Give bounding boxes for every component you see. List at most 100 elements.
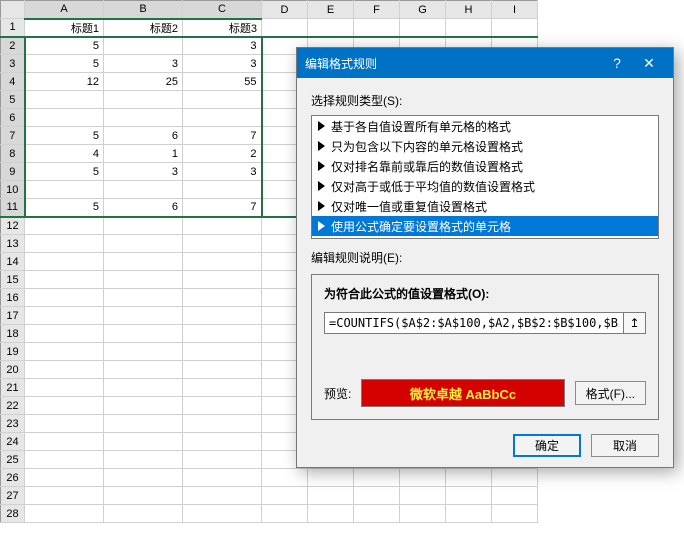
- row-header[interactable]: 28: [1, 505, 25, 523]
- cell[interactable]: [492, 469, 538, 487]
- cell[interactable]: [25, 451, 104, 469]
- cell[interactable]: [262, 469, 308, 487]
- cell[interactable]: 7: [183, 127, 262, 145]
- col-header[interactable]: I: [492, 1, 538, 19]
- cell[interactable]: [354, 19, 400, 37]
- cell[interactable]: [25, 181, 104, 199]
- cell[interactable]: [104, 271, 183, 289]
- cell[interactable]: [25, 433, 104, 451]
- cell[interactable]: [25, 397, 104, 415]
- cell[interactable]: [104, 469, 183, 487]
- cell[interactable]: [104, 451, 183, 469]
- cell[interactable]: [183, 253, 262, 271]
- cell[interactable]: [400, 19, 446, 37]
- cell[interactable]: [25, 91, 104, 109]
- cell[interactable]: [183, 289, 262, 307]
- cell[interactable]: [308, 505, 354, 523]
- col-header[interactable]: C: [183, 1, 262, 19]
- row-header[interactable]: 15: [1, 271, 25, 289]
- row-header[interactable]: 27: [1, 487, 25, 505]
- col-header[interactable]: G: [400, 1, 446, 19]
- cell[interactable]: 3: [104, 163, 183, 181]
- cell[interactable]: 标题1: [25, 19, 104, 37]
- row-header[interactable]: 23: [1, 415, 25, 433]
- cell[interactable]: [183, 343, 262, 361]
- row-header[interactable]: 16: [1, 289, 25, 307]
- row-header[interactable]: 14: [1, 253, 25, 271]
- row-header[interactable]: 3: [1, 55, 25, 73]
- cell[interactable]: [25, 253, 104, 271]
- cell[interactable]: [25, 505, 104, 523]
- col-header[interactable]: D: [262, 1, 308, 19]
- cell[interactable]: [104, 343, 183, 361]
- cell[interactable]: [104, 325, 183, 343]
- cell[interactable]: [183, 91, 262, 109]
- col-header[interactable]: B: [104, 1, 183, 19]
- cell[interactable]: [183, 235, 262, 253]
- col-header[interactable]: H: [446, 1, 492, 19]
- cell[interactable]: 12: [25, 73, 104, 91]
- cell[interactable]: [25, 289, 104, 307]
- cell[interactable]: 2: [183, 145, 262, 163]
- cell[interactable]: [104, 433, 183, 451]
- cell[interactable]: [104, 217, 183, 235]
- row-header[interactable]: 6: [1, 109, 25, 127]
- cell[interactable]: [183, 505, 262, 523]
- help-button[interactable]: ?: [601, 48, 633, 78]
- row-header[interactable]: 22: [1, 397, 25, 415]
- rule-type-list[interactable]: 基于各自值设置所有单元格的格式只为包含以下内容的单元格设置格式仅对排名靠前或靠后…: [311, 115, 659, 239]
- cell[interactable]: [492, 19, 538, 37]
- cell[interactable]: 1: [104, 145, 183, 163]
- cell[interactable]: [104, 289, 183, 307]
- cell[interactable]: 25: [104, 73, 183, 91]
- cell[interactable]: [25, 109, 104, 127]
- cell[interactable]: [492, 487, 538, 505]
- cell[interactable]: 标题3: [183, 19, 262, 37]
- row-header[interactable]: 10: [1, 181, 25, 199]
- cell[interactable]: [183, 433, 262, 451]
- row-header[interactable]: 17: [1, 307, 25, 325]
- cell[interactable]: [446, 19, 492, 37]
- col-header[interactable]: E: [308, 1, 354, 19]
- cell[interactable]: [400, 505, 446, 523]
- cell[interactable]: [25, 487, 104, 505]
- cell[interactable]: [183, 307, 262, 325]
- cell[interactable]: [262, 505, 308, 523]
- cell[interactable]: [25, 235, 104, 253]
- row-header[interactable]: 25: [1, 451, 25, 469]
- cell[interactable]: [183, 325, 262, 343]
- cell[interactable]: [104, 109, 183, 127]
- cell[interactable]: [104, 253, 183, 271]
- cell[interactable]: [492, 505, 538, 523]
- cell[interactable]: [104, 487, 183, 505]
- cell[interactable]: 4: [25, 145, 104, 163]
- cell[interactable]: [183, 109, 262, 127]
- cell[interactable]: [104, 379, 183, 397]
- cell[interactable]: [262, 19, 308, 37]
- cell[interactable]: [400, 469, 446, 487]
- cell[interactable]: [183, 469, 262, 487]
- cell[interactable]: [25, 307, 104, 325]
- cell[interactable]: [308, 469, 354, 487]
- cell[interactable]: [446, 487, 492, 505]
- row-header[interactable]: 24: [1, 433, 25, 451]
- cell[interactable]: [25, 325, 104, 343]
- cell[interactable]: 55: [183, 73, 262, 91]
- cell[interactable]: [308, 487, 354, 505]
- cell[interactable]: [183, 361, 262, 379]
- cell[interactable]: [183, 271, 262, 289]
- row-header[interactable]: 26: [1, 469, 25, 487]
- cell[interactable]: 6: [104, 127, 183, 145]
- cell[interactable]: [183, 397, 262, 415]
- rule-type-item[interactable]: 基于各自值设置所有单元格的格式: [312, 116, 658, 136]
- cell[interactable]: [354, 487, 400, 505]
- cancel-button[interactable]: 取消: [591, 434, 659, 457]
- close-button[interactable]: ✕: [633, 48, 665, 78]
- cell[interactable]: [25, 271, 104, 289]
- rule-type-item[interactable]: 仅对排名靠前或靠后的数值设置格式: [312, 156, 658, 176]
- cell[interactable]: [183, 451, 262, 469]
- cell[interactable]: [183, 379, 262, 397]
- cell[interactable]: [104, 361, 183, 379]
- rule-type-item[interactable]: 仅对唯一值或重复值设置格式: [312, 196, 658, 216]
- cell[interactable]: [308, 19, 354, 37]
